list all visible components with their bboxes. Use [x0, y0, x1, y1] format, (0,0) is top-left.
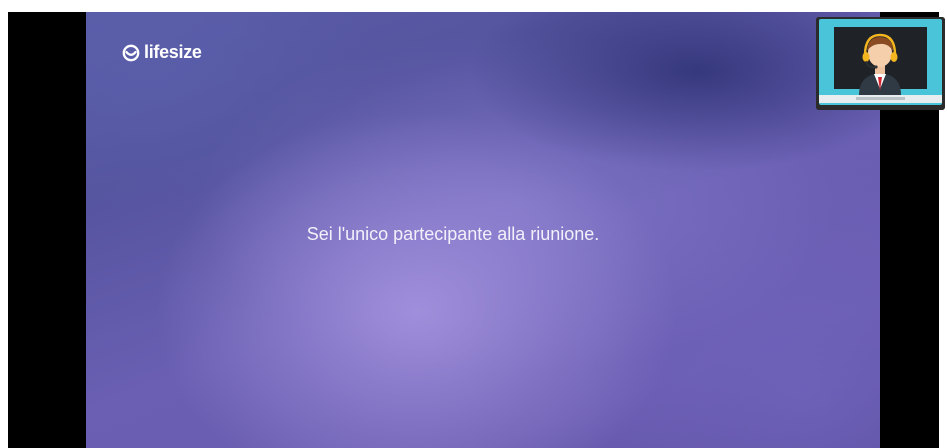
lifesize-logo: lifesize [122, 42, 202, 63]
video-call-window: lifesize Sei l'unico partecipante alla r… [0, 0, 947, 448]
video-area: lifesize Sei l'unico partecipante alla r… [8, 12, 939, 448]
main-video-stage: lifesize Sei l'unico partecipante alla r… [86, 12, 880, 448]
support-agent-headset-icon [816, 17, 945, 110]
self-view-thumbnail[interactable] [816, 17, 945, 110]
only-participant-message: Sei l'unico partecipante alla riunione. [306, 224, 600, 244]
lifesize-smile-icon [122, 44, 140, 61]
brand-name: lifesize [144, 42, 202, 62]
